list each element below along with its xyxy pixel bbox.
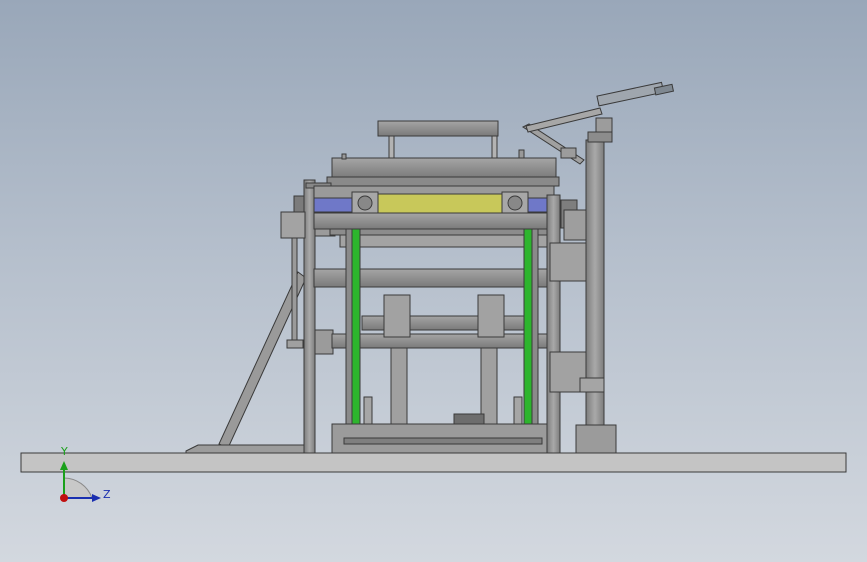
base-plate (20, 452, 847, 473)
triad-origin (60, 494, 68, 502)
top-plate (331, 157, 557, 179)
guide-rail-left (351, 228, 361, 441)
cross-beam-lower (331, 333, 551, 349)
machine-side-view[interactable]: Y Z (0, 0, 867, 562)
cad-viewport[interactable]: Y Z (0, 0, 867, 562)
left-rod (291, 237, 298, 349)
right-post (585, 139, 605, 454)
right-column (546, 194, 561, 454)
guide-rail-right (523, 228, 533, 441)
control-box (280, 211, 306, 239)
z-axis-label: Z (103, 488, 111, 501)
hydraulic-cylinder (596, 81, 665, 107)
left-column (303, 179, 316, 454)
cross-beam-upper (313, 212, 559, 230)
brace-foot (185, 444, 307, 454)
top-handle (377, 120, 499, 137)
y-axis-label: Y (60, 445, 68, 458)
